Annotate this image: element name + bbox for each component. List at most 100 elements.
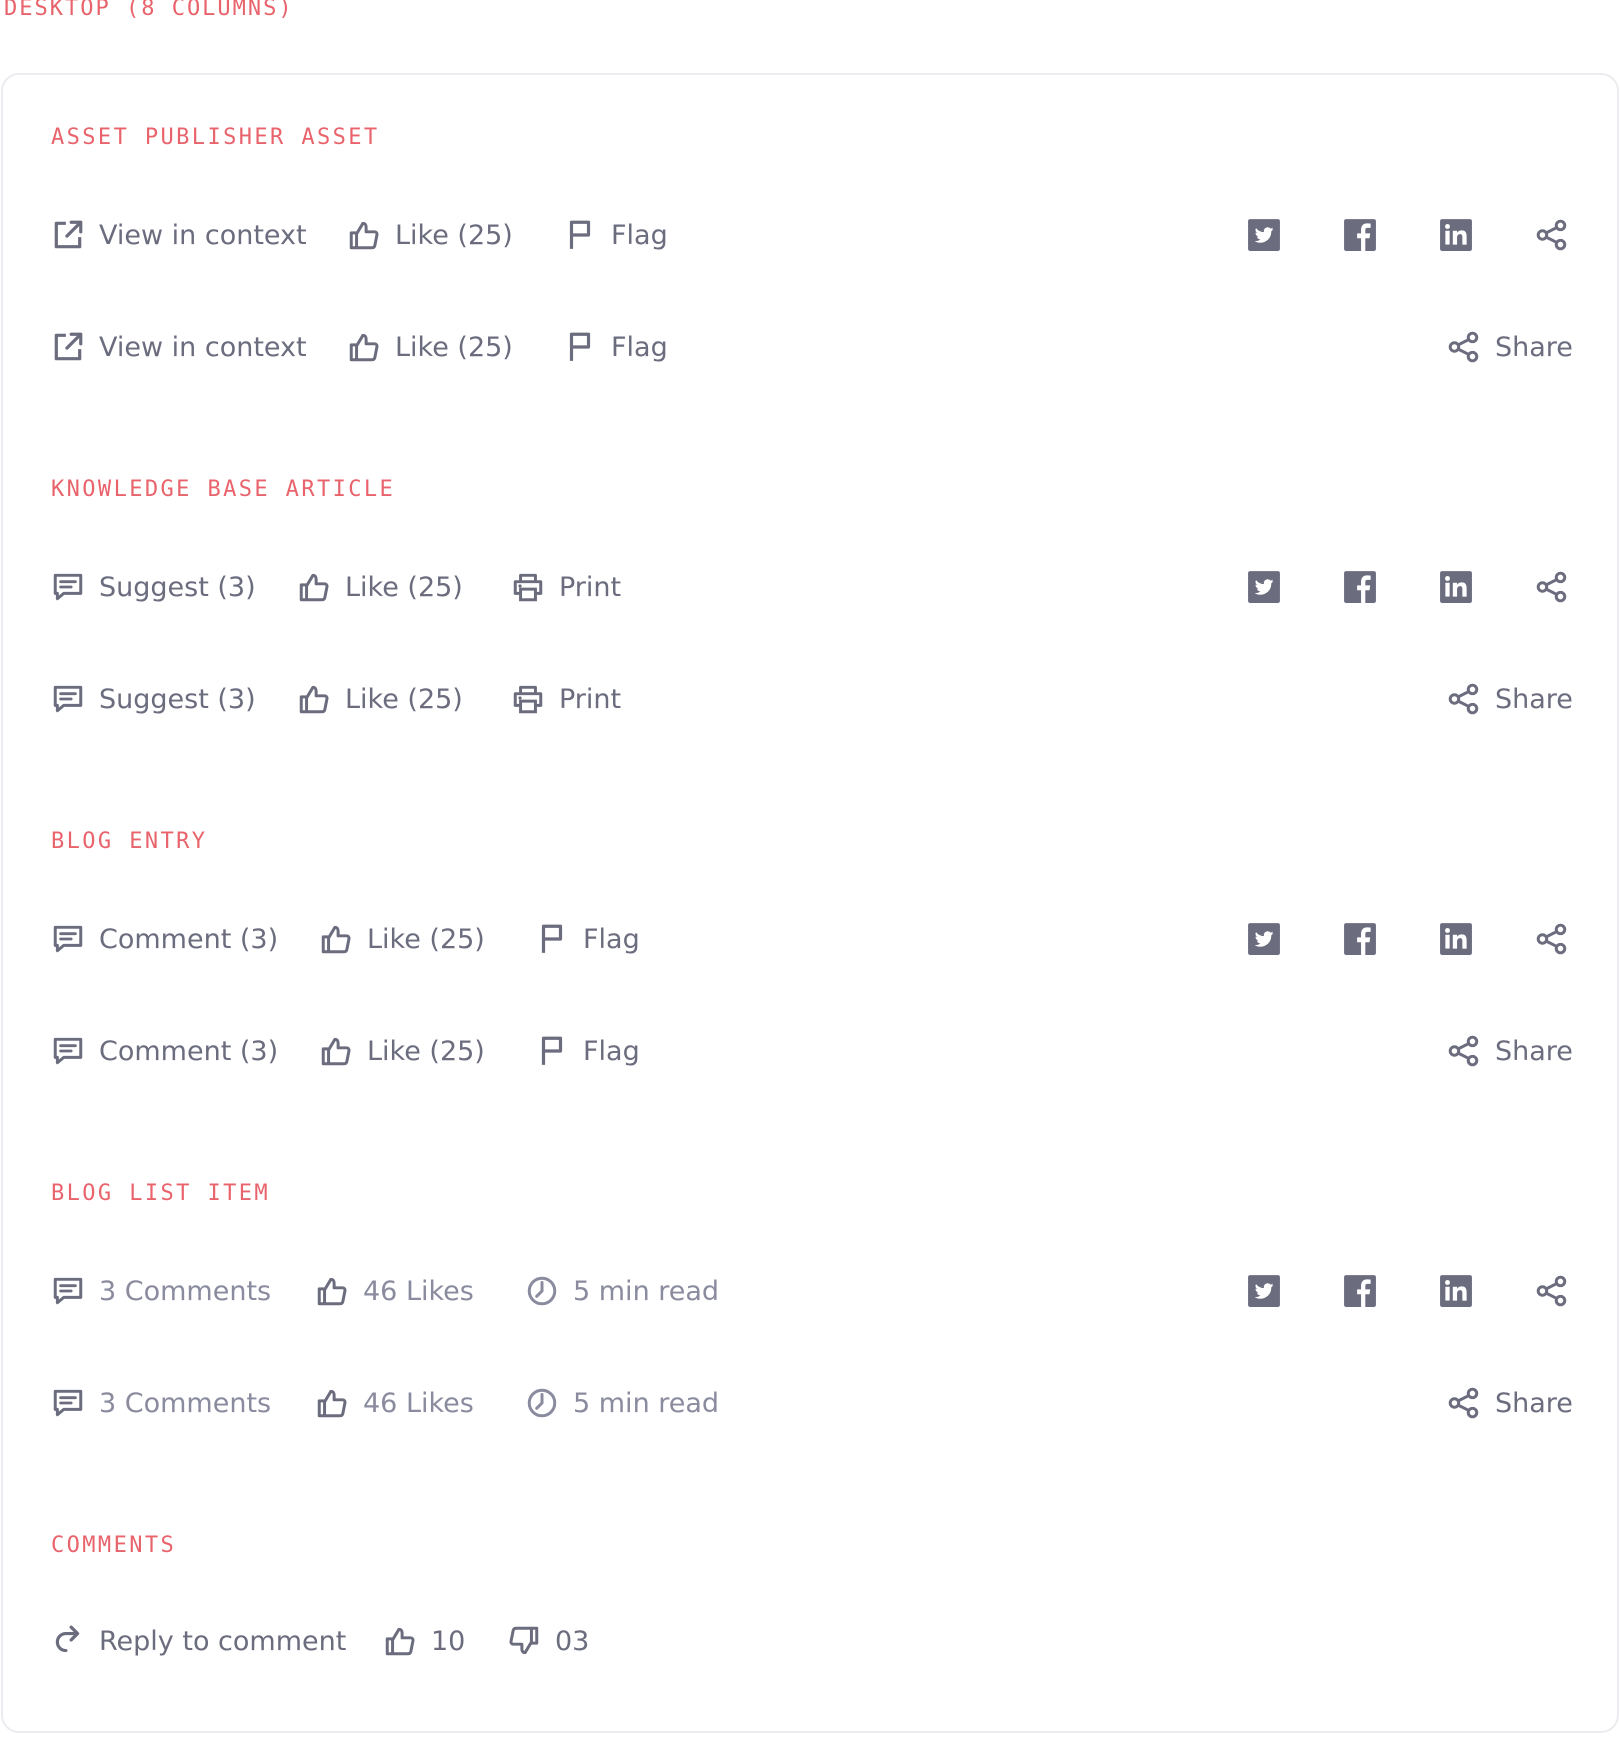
facebook-icon[interactable] [1343,570,1377,604]
comment-label: Comment (3) [99,923,279,955]
reply-icon [51,1624,85,1658]
thumbs-up-icon [347,218,381,252]
kb-row-share: Suggest (3) Like (25) Print Share [3,675,1617,723]
flag-button[interactable]: Flag [535,915,640,963]
likes-label: 46 Likes [363,1387,474,1419]
linkedin-icon[interactable] [1439,922,1473,956]
like-label: Like (25) [395,331,513,363]
section-title-blog: BLOG ENTRY [51,829,208,854]
likes-label: 46 Likes [363,1275,474,1307]
print-icon [511,682,545,716]
print-icon [511,570,545,604]
share-icon [1447,1386,1481,1420]
comment-label: Comment (3) [99,1035,279,1067]
thumbs-up-icon [319,922,353,956]
print-label: Print [559,683,622,715]
like-button[interactable]: Like (25) [297,675,463,723]
linkedin-icon[interactable] [1439,570,1473,604]
share-icon[interactable] [1535,1274,1569,1308]
downvote-button[interactable]: 03 [507,1617,589,1665]
comment-button[interactable]: Comment (3) [51,1027,278,1075]
comments-label: 3 Comments [99,1387,272,1419]
like-button[interactable]: Like (25) [319,1027,485,1075]
share-icon[interactable] [1535,218,1569,252]
suggest-label: Suggest (3) [99,683,256,715]
print-button[interactable]: Print [511,563,621,611]
flag-button[interactable]: Flag [563,211,668,259]
clock-icon [525,1274,559,1308]
suggest-button[interactable]: Suggest (3) [51,675,256,723]
kb-row-icons: Suggest (3) Like (25) Print [3,563,1617,611]
share-label: Share [1495,1035,1573,1067]
flag-icon [563,330,597,364]
like-button[interactable]: Like (25) [319,915,485,963]
asset-row-share: View in context Like (25) Flag Share [3,323,1617,371]
share-button[interactable]: Share [1447,323,1573,371]
comment-button[interactable]: Comment (3) [51,915,278,963]
linkedin-icon[interactable] [1439,1274,1473,1308]
share-button[interactable]: Share [1447,1027,1573,1075]
like-label: Like (25) [345,571,463,603]
share-icon[interactable] [1535,570,1569,604]
external-link-icon [51,218,85,252]
read-time-label: 5 min read [573,1275,720,1307]
twitter-icon[interactable] [1247,922,1281,956]
thumbs-up-icon [315,1274,349,1308]
share-label: Share [1495,331,1573,363]
share-button[interactable]: Share [1447,1379,1573,1427]
twitter-icon[interactable] [1247,218,1281,252]
section-title-bloglist: BLOG LIST ITEM [51,1181,271,1206]
flag-icon [563,218,597,252]
twitter-icon[interactable] [1247,570,1281,604]
comment-icon [51,682,85,716]
suggest-label: Suggest (3) [99,571,256,603]
upvote-count: 10 [431,1625,466,1657]
comment-icon [51,1386,85,1420]
read-time: 5 min read [525,1267,719,1315]
flag-label: Flag [583,923,640,955]
facebook-icon[interactable] [1343,922,1377,956]
linkedin-icon[interactable] [1439,218,1473,252]
like-label: Like (25) [367,923,485,955]
print-label: Print [559,571,622,603]
share-label: Share [1495,1387,1573,1419]
reply-button[interactable]: Reply to comment [51,1617,346,1665]
flag-button[interactable]: Flag [563,323,668,371]
twitter-icon[interactable] [1247,1274,1281,1308]
bloglist-row-icons: 3 Comments 46 Likes 5 min read [3,1267,1617,1315]
comments-row: Reply to comment 10 03 [3,1617,1617,1665]
section-title-kb: KNOWLEDGE BASE ARTICLE [51,477,396,502]
share-button[interactable]: Share [1447,675,1573,723]
likes-count[interactable]: 46 Likes [315,1267,474,1315]
like-button[interactable]: Like (25) [297,563,463,611]
view-in-context-button[interactable]: View in context [51,211,307,259]
likes-count[interactable]: 46 Likes [315,1379,474,1427]
like-button[interactable]: Like (25) [347,323,513,371]
thumbs-up-icon [297,682,331,716]
thumbs-up-icon [319,1034,353,1068]
like-button[interactable]: Like (25) [347,211,513,259]
external-link-icon [51,330,85,364]
comments-count[interactable]: 3 Comments [51,1267,271,1315]
read-time: 5 min read [525,1379,719,1427]
share-icon[interactable] [1535,922,1569,956]
flag-icon [535,1034,569,1068]
print-button[interactable]: Print [511,675,621,723]
facebook-icon[interactable] [1343,218,1377,252]
comments-count[interactable]: 3 Comments [51,1379,271,1427]
facebook-icon[interactable] [1343,1274,1377,1308]
comment-icon [51,1274,85,1308]
flag-button[interactable]: Flag [535,1027,640,1075]
share-icon [1447,682,1481,716]
clock-icon [525,1386,559,1420]
thumbs-up-icon [315,1386,349,1420]
comment-icon [51,1034,85,1068]
section-title-asset: ASSET PUBLISHER ASSET [51,125,380,150]
view-in-context-button[interactable]: View in context [51,323,307,371]
blog-row-icons: Comment (3) Like (25) Flag [3,915,1617,963]
upvote-button[interactable]: 10 [383,1617,465,1665]
suggest-button[interactable]: Suggest (3) [51,563,256,611]
comment-icon [51,922,85,956]
flag-label: Flag [611,331,668,363]
thumbs-up-icon [347,330,381,364]
